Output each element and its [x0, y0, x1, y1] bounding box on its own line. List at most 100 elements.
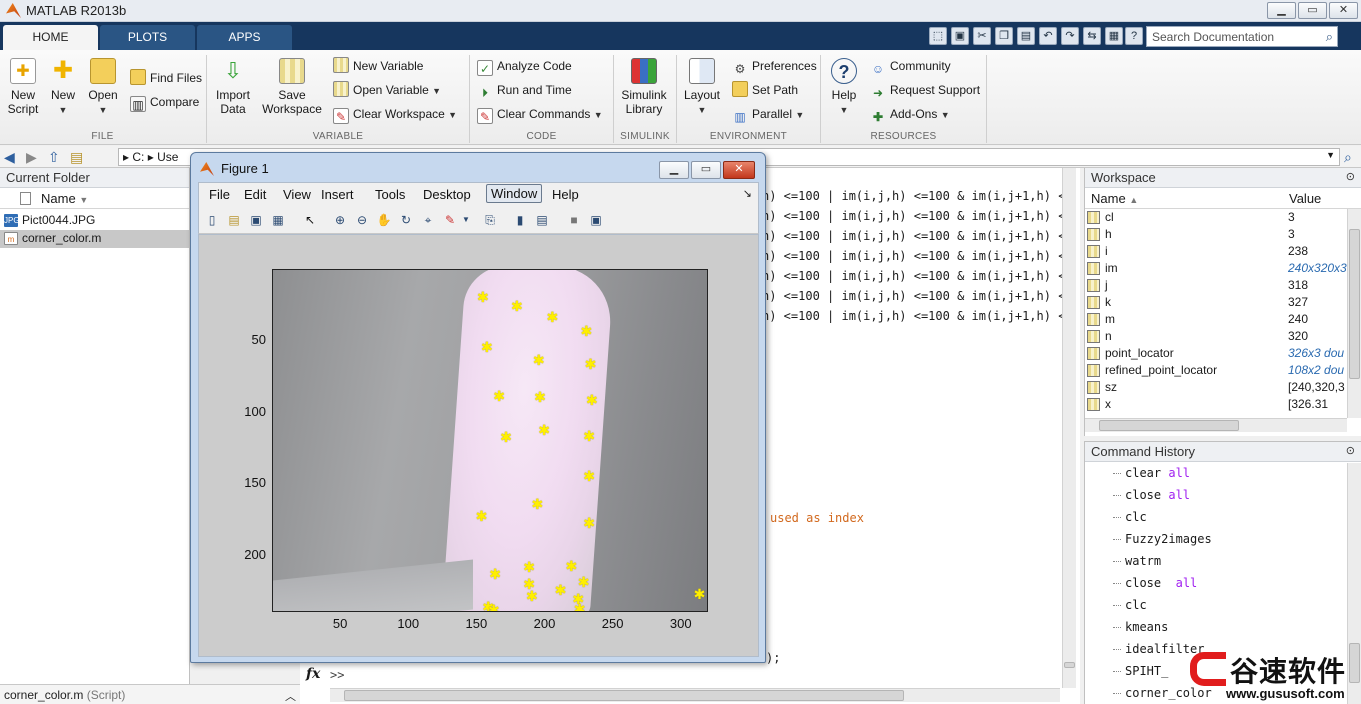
colorbar-icon[interactable]: ▮ [511, 211, 529, 229]
figure-minimize-button[interactable]: ▁ [659, 161, 689, 179]
scroll-thumb[interactable] [1064, 662, 1075, 668]
history-item[interactable]: clc [1085, 594, 1361, 616]
workspace-horizontal-scrollbar[interactable] [1085, 418, 1347, 432]
show-plot-tools-icon[interactable]: ▣ [587, 211, 605, 229]
history-item[interactable]: Fuzzy2images [1085, 528, 1361, 550]
help-button[interactable]: ? Help ▼ [826, 58, 862, 117]
value-column-header[interactable]: Value [1289, 191, 1321, 206]
figure-menu-insert[interactable]: Insert [317, 186, 358, 203]
workspace-variable-row[interactable]: im 240x320x3 [1085, 260, 1361, 277]
file-item-m[interactable]: m corner_color.m [0, 230, 189, 248]
legend-icon[interactable]: ▤ [533, 211, 551, 229]
community-button[interactable]: ☺ Community [870, 57, 951, 76]
name-column-header[interactable]: Name ▲ [1091, 191, 1138, 206]
quick-access-icon[interactable]: ⬚ [929, 27, 947, 45]
minimize-button[interactable]: ▁ [1267, 2, 1296, 19]
history-item[interactable]: kmeans [1085, 616, 1361, 638]
rotate-3d-icon[interactable]: ↻ [397, 211, 415, 229]
path-dropdown-icon[interactable]: ▼ [1326, 150, 1335, 160]
history-item[interactable]: close all [1085, 484, 1361, 506]
scroll-thumb[interactable] [1099, 420, 1239, 431]
redo-icon[interactable]: ↷ [1061, 27, 1079, 45]
zoom-out-icon[interactable]: ⊖ [353, 211, 371, 229]
new-script-button[interactable]: ✚ New Script [4, 58, 42, 116]
figure-canvas[interactable]: ✱ ✱ ✱ ✱ ✱ ✱ ✱ ✱ ✱ ✱ ✱ ✱ ✱ ✱ ✱ ✱ ✱ ✱ ✱ ✱ ✱ ✱ ✱ ✱ ✱ ✱ ✱ ✱ ✱ 50 100 150 20… [198, 234, 759, 657]
new-figure-icon[interactable]: ▯ [203, 211, 221, 229]
preferences-button[interactable]: ⚙ Preferences [732, 57, 817, 76]
history-item[interactable]: watrm [1085, 550, 1361, 572]
save-icon[interactable]: ▣ [951, 27, 969, 45]
collapse-icon[interactable]: ︿ [285, 688, 296, 704]
hide-plot-tools-icon[interactable]: ■ [565, 211, 583, 229]
cut-icon[interactable]: ✂ [973, 27, 991, 45]
run-and-time-button[interactable]: ⏵ Run and Time [477, 81, 572, 100]
workspace-variable-row[interactable]: h3 [1085, 226, 1361, 243]
forward-arrow-icon[interactable]: ▶ [26, 149, 37, 166]
history-item[interactable]: clc [1085, 506, 1361, 528]
figure-menu-window[interactable]: Window [486, 184, 543, 203]
workspace-variable-row[interactable]: k 327 [1085, 294, 1361, 311]
import-data-button[interactable]: ⇩ Import Data [212, 58, 254, 116]
history-item[interactable]: clear all [1085, 462, 1361, 484]
open-button[interactable]: Open ▼ [86, 58, 120, 117]
workspace-variable-row[interactable]: x [326.31 [1085, 396, 1361, 413]
find-files-button[interactable]: Find Files [130, 69, 202, 87]
paste-icon[interactable]: ▤ [1017, 27, 1035, 45]
workspace-variable-row[interactable]: j 318 [1085, 277, 1361, 294]
figure-menu-help[interactable]: Help [548, 186, 583, 203]
zoom-in-icon[interactable]: ⊕ [331, 211, 349, 229]
up-folder-icon[interactable]: ⇧ [48, 149, 60, 166]
dropdown-icon[interactable]: ▼ [457, 211, 475, 229]
print-icon[interactable]: ▦ [1105, 27, 1123, 45]
tab-home[interactable]: HOME [3, 25, 98, 50]
switch-windows-icon[interactable]: ⇆ [1083, 27, 1101, 45]
link-plot-icon[interactable]: ⎘ [481, 211, 499, 229]
clear-workspace-button[interactable]: ✎ Clear Workspace ▼ [333, 105, 457, 124]
open-variable-button[interactable]: Open Variable ▼ [333, 81, 441, 99]
horizontal-scrollbar[interactable] [330, 688, 1060, 702]
add-ons-button[interactable]: ✚ Add-Ons ▼ [870, 105, 950, 124]
layout-button[interactable]: Layout ▼ [682, 58, 722, 117]
undock-icon[interactable]: ↘ [743, 187, 752, 200]
analyze-code-button[interactable]: ✓ Analyze Code [477, 57, 572, 76]
browse-folder-icon[interactable]: ▤ [70, 149, 83, 166]
scroll-thumb[interactable] [344, 690, 904, 701]
figure-menu-file[interactable]: File [205, 186, 234, 203]
workspace-variable-row[interactable]: point_locator 326x3 dou [1085, 345, 1361, 362]
new-button[interactable]: ✚ New ▼ [46, 58, 80, 117]
workspace-vertical-scrollbar[interactable] [1347, 209, 1361, 418]
fx-icon[interactable]: fx [306, 666, 320, 682]
compare-button[interactable]: ▥ Compare [130, 93, 199, 112]
name-column-header[interactable]: Name ▼ [0, 188, 189, 209]
set-path-button[interactable]: Set Path [732, 81, 798, 99]
command-prompt[interactable]: >> [330, 668, 344, 682]
file-item-jpg[interactable]: JPG Pict0044.JPG [0, 212, 189, 230]
image-axes[interactable]: ✱ ✱ ✱ ✱ ✱ ✱ ✱ ✱ ✱ ✱ ✱ ✱ ✱ ✱ ✱ ✱ ✱ ✱ ✱ ✱ ✱ ✱ ✱ ✱ ✱ ✱ ✱ ✱ ✱ [272, 269, 708, 612]
figure-menu-desktop[interactable]: Desktop [419, 186, 475, 203]
panel-menu-icon[interactable]: ⊙ [1346, 170, 1355, 183]
edit-plot-icon[interactable]: ↖ [301, 211, 319, 229]
parallel-button[interactable]: ▥ Parallel ▼ [732, 105, 804, 124]
workspace-variable-row[interactable]: m 240 [1085, 311, 1361, 328]
tab-plots[interactable]: PLOTS [100, 25, 195, 50]
data-cursor-icon[interactable]: ⌖ [419, 211, 437, 229]
new-variable-button[interactable]: New Variable [333, 57, 423, 75]
vertical-scrollbar[interactable] [1062, 168, 1076, 688]
workspace-variable-row[interactable]: refined_point_locator 108x2 dou [1085, 362, 1361, 379]
workspace-variable-row[interactable]: i 238 [1085, 243, 1361, 260]
figure-menu-edit[interactable]: Edit [240, 186, 270, 203]
clear-commands-button[interactable]: ✎ Clear Commands ▼ [477, 105, 603, 124]
workspace-variable-row[interactable]: sz [240,320,3 [1085, 379, 1361, 396]
copy-icon[interactable]: ❐ [995, 27, 1013, 45]
simulink-library-button[interactable]: Simulink Library [618, 58, 670, 116]
close-button[interactable]: ✕ [1329, 2, 1358, 19]
undo-icon[interactable]: ↶ [1039, 27, 1057, 45]
workspace-variable-row[interactable]: n 320 [1085, 328, 1361, 345]
figure-window[interactable]: Figure 1 ▁ ▭ ✕ File Edit View Insert Tools De… [190, 152, 766, 663]
save-figure-icon[interactable]: ▣ [247, 211, 265, 229]
search-icon[interactable]: ⌕ [1326, 29, 1333, 45]
history-item[interactable]: close all [1085, 572, 1361, 594]
tab-apps[interactable]: APPS [197, 25, 292, 50]
figure-menu-tools[interactable]: Tools [371, 186, 409, 203]
scroll-thumb[interactable] [1349, 229, 1360, 379]
